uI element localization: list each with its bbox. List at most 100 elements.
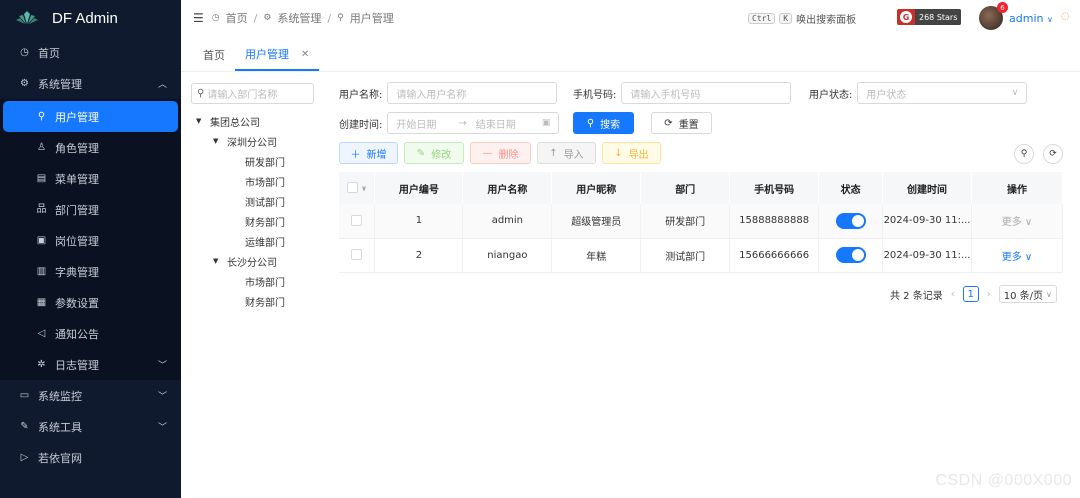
more-label: 更多 — [1001, 217, 1022, 229]
export-button-label: 导出 — [628, 149, 649, 161]
table-row[interactable]: 1 admin 超级管理员 研发部门 15888888888 2024-09-3… — [339, 204, 1063, 239]
caret-down-icon[interactable]: ▼ — [213, 137, 221, 145]
sidebar-item-label: 通知公告 — [55, 327, 99, 341]
tree-node[interactable]: 市场部门 — [196, 171, 285, 191]
row-checkbox[interactable] — [351, 215, 363, 226]
sidebar-item-monitor[interactable]: ▭ 系统监控 ﹀ — [0, 380, 181, 411]
form-row: 创建时间: 开始日期 → 结束日期 ▣ — [339, 112, 560, 134]
username-input[interactable]: 请输入用户名称 — [387, 82, 558, 104]
add-button-label: 新增 — [366, 149, 387, 161]
cell-nickname: 年糕 — [551, 238, 642, 273]
cell-username: admin — [462, 204, 553, 239]
date-range-picker[interactable]: 开始日期 → 结束日期 ▣ — [387, 112, 560, 134]
menu-fold-icon[interactable]: ☰ — [193, 11, 204, 25]
row-checkbox[interactable] — [351, 249, 363, 261]
avatar[interactable]: 6 — [979, 2, 1008, 30]
status-toggle[interactable] — [835, 247, 866, 263]
search-button[interactable]: ⚲ 搜索 — [573, 112, 634, 134]
sidebar-item-posts[interactable]: ▣ 岗位管理 — [0, 225, 181, 256]
delete-button[interactable]: — 删除 — [470, 142, 531, 164]
refresh-icon: ⟳ — [664, 117, 673, 129]
chevron-down-icon: ∨ — [1046, 289, 1052, 299]
search-panel-hint[interactable]: Ctrl K 唤出搜索面板 — [748, 11, 856, 26]
sidebar-item-dict[interactable]: ▥ 字典管理 — [0, 256, 181, 287]
reset-button[interactable]: ⟳ 重置 — [651, 112, 712, 134]
sidebar-item-logs[interactable]: ✲ 日志管理 ﹀ — [0, 349, 181, 380]
cell-dept: 测试部门 — [640, 238, 731, 273]
tree-node[interactable]: 财务部门 — [196, 291, 285, 311]
close-icon[interactable]: ✕ — [301, 49, 309, 60]
chevron-down-icon: ∨ — [1024, 217, 1033, 229]
export-button[interactable]: ↓ 导出 — [602, 142, 661, 164]
total-count: 共 2 条记录 — [890, 290, 943, 302]
status-toggle[interactable] — [835, 212, 866, 229]
table-row[interactable]: 2 niangao 年糕 测试部门 15666666666 2024-09-30… — [339, 238, 1063, 273]
tree-node[interactable]: 财务部门 — [196, 211, 285, 231]
github-stars-badge[interactable]: G 268 Stars — [897, 9, 962, 25]
tree-node[interactable]: 运维部门 — [196, 231, 285, 251]
sidebar-item-label: 部门管理 — [55, 203, 99, 217]
sidebar-item-users[interactable]: ⚲ 用户管理 — [3, 101, 178, 132]
page-tabs: 首页 用户管理 ✕ — [181, 40, 1080, 72]
username-label: 用户名称: — [339, 89, 383, 101]
plus-icon: ＋ — [350, 149, 361, 161]
dept-search-input[interactable]: ⚲ 请输入部门名称 — [191, 83, 314, 104]
dept-tree: ▼ 集团总公司 ▼ 深圳分公司 研发部门 市场部门 测试部门 财务部门 运维部门… — [196, 111, 285, 311]
caret-down-icon[interactable]: ▼ — [213, 257, 221, 265]
next-page-icon[interactable]: › — [987, 289, 991, 300]
edit-button[interactable]: ✎ 修改 — [404, 142, 464, 164]
chevron-down-icon: ∨ — [1046, 15, 1053, 24]
stars-count: 268 Stars — [915, 9, 962, 25]
more-actions-button[interactable]: 更多 ∨ — [1002, 217, 1033, 228]
cell-nickname: 超级管理员 — [551, 204, 642, 239]
page-number[interactable]: 1 — [962, 286, 979, 302]
logo[interactable]: DF Admin — [0, 0, 181, 36]
form-row: 用户名称: 请输入用户名称 — [339, 82, 558, 104]
breadcrumb-item[interactable]: 首页 — [226, 10, 248, 26]
calendar-icon: ▣ — [541, 118, 551, 128]
edit-icon: ✎ — [416, 147, 426, 159]
tree-node[interactable]: ▼ 长沙分公司 — [196, 251, 285, 271]
tree-node[interactable]: ▼ 集团总公司 — [196, 111, 285, 131]
user-menu[interactable]: admin ∨ — [1009, 12, 1053, 25]
sidebar-item-menus[interactable]: ▤ 菜单管理 — [0, 163, 181, 194]
status-select[interactable]: 用户状态 ∨ — [857, 82, 1028, 104]
caret-down-icon[interactable]: ▼ — [196, 117, 204, 125]
user-icon: ⚲ — [37, 110, 46, 122]
tree-node-label: 集团总公司 — [210, 117, 260, 129]
send-icon: ▷ — [20, 451, 29, 463]
sidebar-item-roles[interactable]: ♙ 角色管理 — [0, 132, 181, 163]
sidebar-item-notice[interactable]: ◁ 通知公告 — [0, 318, 181, 349]
cell-actions: 更多 ∨ — [971, 238, 1063, 273]
breadcrumb-item[interactable]: 系统管理 — [277, 10, 321, 26]
prev-page-icon[interactable]: ‹ — [951, 289, 955, 300]
sidebar-item-params[interactable]: ▦ 参数设置 — [0, 287, 181, 318]
tree-node[interactable]: ▼ 深圳分公司 — [196, 131, 285, 151]
sidebar-item-system[interactable]: ⚙ 系统管理 ︿ — [0, 68, 181, 99]
theme-icon[interactable]: ◌ — [1061, 11, 1070, 22]
search-icon: ⚲ — [197, 88, 205, 99]
import-button[interactable]: ↑ 导入 — [537, 142, 596, 164]
tree-node-label: 财务部门 — [245, 297, 285, 309]
refresh-button[interactable]: ⟳ — [1043, 144, 1063, 164]
tree-node-label: 市场部门 — [245, 277, 285, 289]
phone-input[interactable]: 请输入手机号码 — [621, 82, 792, 104]
sidebar-item-label: 角色管理 — [55, 141, 99, 155]
tree-node[interactable]: 测试部门 — [196, 191, 285, 211]
tree-node[interactable]: 研发部门 — [196, 151, 285, 171]
sidebar-item-website[interactable]: ▷ 若依官网 — [0, 442, 181, 473]
sidebar-item-depts[interactable]: 品 部门管理 — [0, 194, 181, 225]
toggle-search-button[interactable]: ⚲ — [1014, 144, 1034, 164]
chevron-down-icon[interactable]: ∨ — [361, 185, 367, 193]
select-all-checkbox[interactable] — [346, 182, 358, 194]
tree-node-label: 市场部门 — [245, 177, 285, 189]
sidebar-item-tools[interactable]: ✎ 系统工具 ﹀ — [0, 411, 181, 442]
page-size-select[interactable]: 10 条/页 ∨ — [998, 285, 1057, 303]
tab-home[interactable]: 首页 — [193, 39, 235, 71]
more-actions-button[interactable]: 更多 ∨ — [1002, 252, 1033, 263]
tab-users[interactable]: 用户管理 ✕ — [235, 39, 320, 71]
sidebar-item-label: 若依官网 — [38, 451, 82, 465]
add-button[interactable]: ＋ 新增 — [339, 142, 398, 164]
sidebar-item-home[interactable]: ◷ 首页 — [0, 37, 181, 68]
tree-node[interactable]: 市场部门 — [196, 271, 285, 291]
